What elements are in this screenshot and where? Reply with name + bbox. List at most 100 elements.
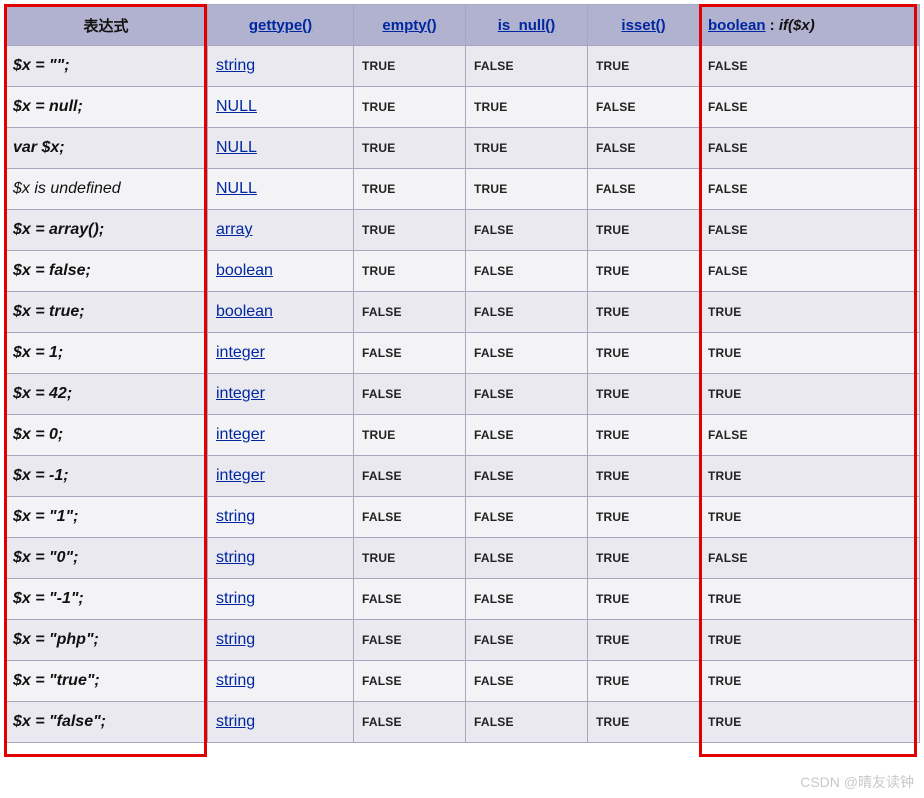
isset-cell: TRUE	[588, 46, 700, 87]
expression-cell: $x = "";	[5, 46, 208, 87]
boolean-cell: TRUE	[700, 661, 920, 702]
gettype-link[interactable]: integer	[216, 467, 265, 484]
header-gettype-link[interactable]: gettype()	[249, 17, 312, 34]
empty-cell: TRUE	[354, 210, 466, 251]
boolean-cell: TRUE	[700, 497, 920, 538]
boolean-cell: FALSE	[700, 169, 920, 210]
boolean-cell: FALSE	[700, 46, 920, 87]
boolean-cell: TRUE	[700, 333, 920, 374]
expression-cell: $x = null;	[5, 87, 208, 128]
header-boolean-link[interactable]: boolean	[708, 17, 766, 34]
gettype-cell: NULL	[208, 128, 354, 169]
is_null-cell: FALSE	[466, 210, 588, 251]
gettype-cell: string	[208, 620, 354, 661]
gettype-cell: integer	[208, 374, 354, 415]
is_null-cell: FALSE	[466, 661, 588, 702]
boolean-cell: FALSE	[700, 128, 920, 169]
empty-cell: FALSE	[354, 620, 466, 661]
gettype-cell: string	[208, 579, 354, 620]
gettype-cell: array	[208, 210, 354, 251]
gettype-link[interactable]: integer	[216, 426, 265, 443]
is_null-cell: FALSE	[466, 579, 588, 620]
empty-cell: TRUE	[354, 87, 466, 128]
table-row: $x = 42;integerFALSEFALSETRUETRUE	[5, 374, 920, 415]
gettype-link[interactable]: string	[216, 672, 255, 689]
is_null-cell: TRUE	[466, 87, 588, 128]
gettype-cell: NULL	[208, 169, 354, 210]
gettype-cell: integer	[208, 415, 354, 456]
boolean-cell: TRUE	[700, 620, 920, 661]
empty-cell: TRUE	[354, 538, 466, 579]
empty-cell: FALSE	[354, 702, 466, 743]
header-expression: 表达式	[5, 5, 208, 46]
boolean-cell: FALSE	[700, 538, 920, 579]
boolean-cell: TRUE	[700, 374, 920, 415]
gettype-link[interactable]: array	[216, 221, 252, 238]
gettype-cell: boolean	[208, 251, 354, 292]
header-boolean-if: if($x)	[779, 17, 815, 34]
header-boolean: boolean : if($x)	[700, 5, 920, 46]
header-is-null: is_null()	[466, 5, 588, 46]
watermark: CSDN @晴友读钟	[800, 772, 914, 792]
isset-cell: TRUE	[588, 497, 700, 538]
table-row: $x = "";stringTRUEFALSETRUEFALSE	[5, 46, 920, 87]
table-row: $x is undefinedNULLTRUETRUEFALSEFALSE	[5, 169, 920, 210]
table-row: var $x;NULLTRUETRUEFALSEFALSE	[5, 128, 920, 169]
empty-cell: FALSE	[354, 497, 466, 538]
gettype-link[interactable]: string	[216, 57, 255, 74]
empty-cell: FALSE	[354, 661, 466, 702]
expression-cell: $x = 1;	[5, 333, 208, 374]
is_null-cell: FALSE	[466, 497, 588, 538]
expression-cell: $x = array();	[5, 210, 208, 251]
is_null-cell: FALSE	[466, 620, 588, 661]
gettype-link[interactable]: integer	[216, 344, 265, 361]
empty-cell: TRUE	[354, 251, 466, 292]
expression-cell: $x = 42;	[5, 374, 208, 415]
is_null-cell: FALSE	[466, 251, 588, 292]
isset-cell: TRUE	[588, 538, 700, 579]
is_null-cell: TRUE	[466, 169, 588, 210]
boolean-cell: FALSE	[700, 415, 920, 456]
is_null-cell: FALSE	[466, 415, 588, 456]
isset-cell: TRUE	[588, 333, 700, 374]
expression-cell: $x = "1";	[5, 497, 208, 538]
boolean-cell: TRUE	[700, 702, 920, 743]
empty-cell: FALSE	[354, 456, 466, 497]
isset-cell: TRUE	[588, 702, 700, 743]
gettype-cell: string	[208, 46, 354, 87]
expression-cell: var $x;	[5, 128, 208, 169]
expression-cell: $x = 0;	[5, 415, 208, 456]
gettype-link[interactable]: string	[216, 713, 255, 730]
gettype-link[interactable]: boolean	[216, 303, 273, 320]
isset-cell: TRUE	[588, 579, 700, 620]
expression-cell: $x = "0";	[5, 538, 208, 579]
header-isset: isset()	[588, 5, 700, 46]
gettype-link[interactable]: string	[216, 590, 255, 607]
gettype-link[interactable]: boolean	[216, 262, 273, 279]
isset-cell: TRUE	[588, 210, 700, 251]
isset-cell: TRUE	[588, 620, 700, 661]
header-isset-link[interactable]: isset()	[621, 17, 665, 34]
empty-cell: TRUE	[354, 415, 466, 456]
is_null-cell: FALSE	[466, 333, 588, 374]
expression-cell: $x = "true";	[5, 661, 208, 702]
header-empty-link[interactable]: empty()	[382, 17, 436, 34]
isset-cell: TRUE	[588, 415, 700, 456]
is_null-cell: FALSE	[466, 46, 588, 87]
gettype-link[interactable]: NULL	[216, 180, 257, 197]
table-row: $x = "php";stringFALSEFALSETRUETRUE	[5, 620, 920, 661]
gettype-link[interactable]: string	[216, 549, 255, 566]
empty-cell: TRUE	[354, 169, 466, 210]
expression-cell: $x = "false";	[5, 702, 208, 743]
gettype-link[interactable]: NULL	[216, 98, 257, 115]
gettype-link[interactable]: NULL	[216, 139, 257, 156]
gettype-link[interactable]: string	[216, 631, 255, 648]
empty-cell: TRUE	[354, 46, 466, 87]
table-row: $x = true;booleanFALSEFALSETRUETRUE	[5, 292, 920, 333]
is_null-cell: FALSE	[466, 538, 588, 579]
table-row: $x = null;NULLTRUETRUEFALSEFALSE	[5, 87, 920, 128]
boolean-cell: FALSE	[700, 87, 920, 128]
header-is-null-link[interactable]: is_null()	[498, 17, 556, 34]
gettype-link[interactable]: string	[216, 508, 255, 525]
gettype-link[interactable]: integer	[216, 385, 265, 402]
